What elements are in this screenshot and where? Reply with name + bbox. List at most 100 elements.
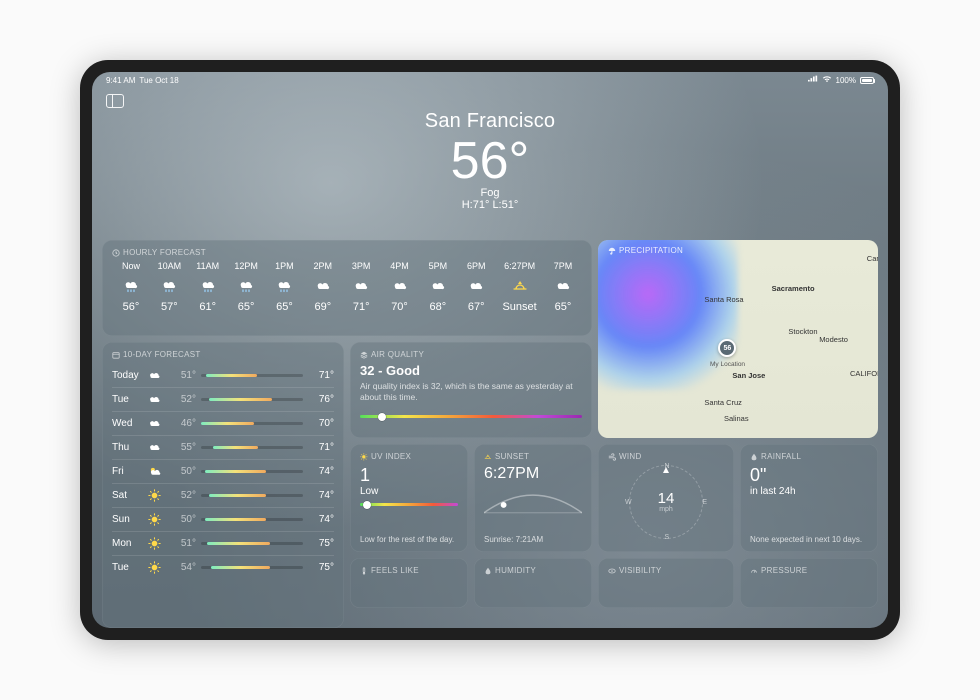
cloud-icon (342, 276, 380, 296)
status-date: Tue Oct 18 (139, 76, 178, 85)
tenday-title: 10-DAY FORECAST (112, 350, 334, 359)
aqi-title: AIR QUALITY (360, 350, 582, 359)
hour-temp: 65° (544, 301, 582, 313)
temp-range-bar (201, 542, 303, 545)
cloud-drizzle-icon (227, 276, 265, 296)
air-quality-card[interactable]: AIR QUALITY 32 - Good Air quality index … (350, 342, 592, 438)
hourly-forecast-card[interactable]: HOURLY FORECAST Now 56°10AM 57°11AM 61°1… (102, 240, 592, 336)
precipitation-map-card[interactable]: PRECIPITATION CarsonSanta RosaSacramento… (598, 240, 878, 438)
hour-cell-4[interactable]: 1PM 65° (265, 261, 303, 313)
day-low: 55° (170, 442, 196, 453)
cloud-drizzle-icon (265, 276, 303, 296)
hour-cell-9[interactable]: 6PM 67° (457, 261, 495, 313)
map-city-label: CALIFOR (850, 369, 878, 378)
hour-cell-2[interactable]: 11AM 61° (189, 261, 227, 313)
temp-range-bar (201, 566, 303, 569)
rainfall-footer: None expected in next 10 days. (750, 535, 868, 544)
sunset-icon (496, 276, 544, 296)
day-high: 74° (308, 466, 334, 477)
hour-temp: 67° (457, 301, 495, 313)
hour-time: 7PM (544, 261, 582, 271)
hour-cell-6[interactable]: 3PM 71° (342, 261, 380, 313)
cloud-drizzle-icon (189, 276, 227, 296)
hour-cell-3[interactable]: 12PM 65° (227, 261, 265, 313)
temp-range-bar (201, 494, 303, 497)
map-city-label: San Jose (732, 371, 765, 380)
day-low: 54° (170, 562, 196, 573)
humidity-card[interactable]: HUMIDITY (474, 558, 592, 608)
day-label: Tue (112, 562, 148, 573)
sunset-arc (484, 487, 582, 521)
tenday-row-1[interactable]: Tue 52° 76° (112, 387, 334, 411)
hour-temp: 65° (265, 301, 303, 313)
cloud-icon (148, 393, 170, 406)
tenday-row-3[interactable]: Thu 55° 71° (112, 435, 334, 459)
temp-range-bar (201, 470, 303, 473)
ten-day-forecast-card[interactable]: 10-DAY FORECAST Today 51° 71°Tue 52° 76°… (102, 342, 344, 628)
tenday-row-5[interactable]: Sat 52° 74° (112, 483, 334, 507)
visibility-card[interactable]: VISIBILITY (598, 558, 734, 608)
hour-temp: 65° (227, 301, 265, 313)
wind-compass: N S W E 14 mph (629, 465, 703, 539)
tenday-row-7[interactable]: Mon 51° 75° (112, 531, 334, 555)
status-time: 9:41 AM (106, 76, 135, 85)
tenday-row-6[interactable]: Sun 50° 74° (112, 507, 334, 531)
hour-temp: 57° (150, 301, 188, 313)
tenday-row-4[interactable]: Fri 50° 74° (112, 459, 334, 483)
weather-app-screen: 9:41 AM Tue Oct 18 100% San Francisco 56… (92, 72, 888, 628)
sidebar-toggle-button[interactable] (106, 94, 124, 108)
uv-index-card[interactable]: UV INDEX 1 Low Low for the rest of the d… (350, 444, 468, 552)
day-high: 74° (308, 490, 334, 501)
sun-icon (148, 513, 170, 526)
day-low: 52° (170, 490, 196, 501)
sun-icon (148, 537, 170, 550)
city-name: San Francisco (92, 110, 888, 133)
cloud-drizzle-icon (150, 276, 188, 296)
hour-cell-8[interactable]: 5PM 68° (419, 261, 457, 313)
day-label: Wed (112, 418, 148, 429)
hour-cell-7[interactable]: 4PM 70° (381, 261, 419, 313)
feels-like-card[interactable]: FEELS LIKE (350, 558, 468, 608)
map-city-label: Salinas (724, 414, 749, 423)
hour-cell-1[interactable]: 10AM 57° (150, 261, 188, 313)
hour-cell-0[interactable]: Now 56° (112, 261, 150, 313)
cloud-icon (304, 276, 342, 296)
hour-cell-10[interactable]: 6:27PM Sunset (496, 261, 544, 313)
map-city-label: Modesto (819, 335, 848, 344)
temp-range-bar (201, 398, 303, 401)
tablet-frame: 9:41 AM Tue Oct 18 100% San Francisco 56… (80, 60, 900, 640)
sunset-card[interactable]: SUNSET 6:27PM Sunrise: 7:21AM (474, 444, 592, 552)
hour-cell-5[interactable]: 2PM 69° (304, 261, 342, 313)
uv-label: Low (360, 486, 458, 497)
tenday-row-8[interactable]: Tue 54° 75° (112, 555, 334, 579)
day-high: 71° (308, 442, 334, 453)
cloud-icon (381, 276, 419, 296)
hour-time: 3PM (342, 261, 380, 271)
aqi-scale (360, 415, 582, 418)
high-low: H:71° L:51° (92, 199, 888, 211)
current-weather-header: San Francisco 56° Fog H:71° L:51° (92, 88, 888, 211)
rainfall-value: 0" (750, 465, 868, 486)
temp-range-bar (201, 518, 303, 521)
day-label: Thu (112, 442, 148, 453)
rainfall-card[interactable]: RAINFALL 0" in last 24h None expected in… (740, 444, 878, 552)
pressure-card[interactable]: PRESSURE (740, 558, 878, 608)
cloud-icon (148, 369, 170, 382)
precip-title: PRECIPITATION (608, 246, 683, 255)
hour-time: 6PM (457, 261, 495, 271)
tenday-row-2[interactable]: Wed 46° 70° (112, 411, 334, 435)
hour-cell-11[interactable]: 7PM 65° (544, 261, 582, 313)
day-label: Today (112, 370, 148, 381)
day-label: Fri (112, 466, 148, 477)
cloud-drizzle-icon (112, 276, 150, 296)
sunset-time: 6:27PM (484, 465, 582, 483)
precip-map[interactable]: CarsonSanta RosaSacramentoStocktonModest… (598, 240, 878, 438)
battery-pct: 100% (836, 76, 856, 85)
map-city-label: Santa Rosa (704, 295, 743, 304)
rainfall-label: in last 24h (750, 486, 868, 497)
wind-card[interactable]: WIND N S W E 14 mph (598, 444, 734, 552)
hourly-title: HOURLY FORECAST (112, 248, 582, 257)
tenday-row-0[interactable]: Today 51° 71° (112, 363, 334, 387)
wifi-icon (822, 75, 832, 85)
hour-temp: 69° (304, 301, 342, 313)
